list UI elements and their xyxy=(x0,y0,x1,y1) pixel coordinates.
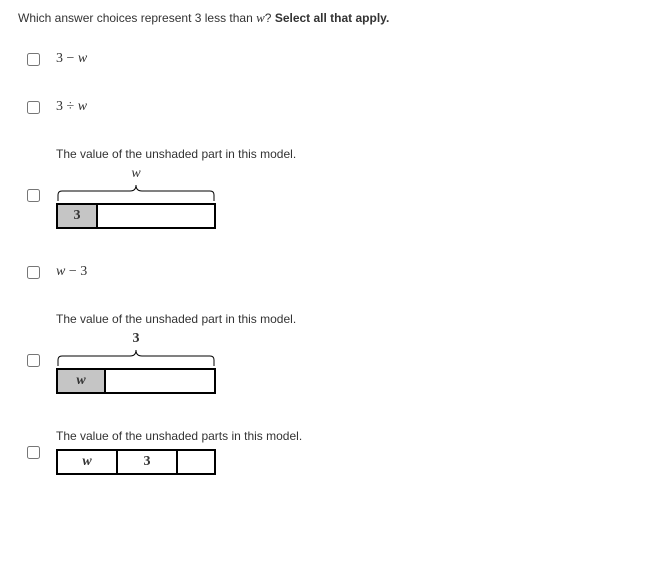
brace-icon xyxy=(56,181,216,203)
choice-d-checkbox[interactable] xyxy=(27,266,40,279)
choice-c-model: w 3 xyxy=(56,167,653,244)
question-var: w xyxy=(256,10,265,25)
choice-c-cell-unshaded xyxy=(98,205,214,227)
choice-e-checkbox[interactable] xyxy=(27,354,40,367)
choice-e-desc: The value of the unshaded part in this m… xyxy=(56,312,653,326)
choice-c: The value of the unshaded part in this m… xyxy=(18,147,653,244)
choice-e-cell-shaded: w xyxy=(58,370,106,392)
choice-a-expr: 3 − w xyxy=(56,51,87,66)
choice-e-brace-label: 3 xyxy=(56,332,216,346)
choice-f-cell1: w xyxy=(58,451,118,473)
choice-d: w − 3 xyxy=(18,264,653,280)
choice-a-checkbox[interactable] xyxy=(27,53,40,66)
choice-f-cell3 xyxy=(178,451,214,473)
choice-e: The value of the unshaded part in this m… xyxy=(18,312,653,409)
question-prefix: Which answer choices represent 3 less th… xyxy=(18,11,256,25)
choice-f: The value of the unshaded parts in this … xyxy=(18,429,653,475)
choice-c-cell-shaded: 3 xyxy=(58,205,98,227)
choice-f-cell2: 3 xyxy=(118,451,178,473)
choice-e-bar: w xyxy=(56,368,216,394)
choice-f-bar: w 3 xyxy=(56,449,216,475)
choice-f-model: w 3 xyxy=(56,449,653,475)
choice-c-brace-label: w xyxy=(56,167,216,181)
question-suffix: ? xyxy=(265,11,275,25)
choice-b-expr: 3 ÷ w xyxy=(56,99,87,114)
choice-f-desc: The value of the unshaded parts in this … xyxy=(56,429,653,443)
choice-e-cell-unshaded xyxy=(106,370,214,392)
question-instruction: Select all that apply. xyxy=(275,11,389,25)
choice-e-model: 3 w xyxy=(56,332,653,409)
choice-d-expr: w − 3 xyxy=(56,264,87,279)
choice-c-checkbox[interactable] xyxy=(27,189,40,202)
choice-c-bar: 3 xyxy=(56,203,216,229)
choice-a: 3 − w xyxy=(18,51,653,67)
question-prompt: Which answer choices represent 3 less th… xyxy=(18,10,653,26)
choice-b: 3 ÷ w xyxy=(18,99,653,115)
brace-icon xyxy=(56,346,216,368)
choice-b-checkbox[interactable] xyxy=(27,101,40,114)
choice-f-checkbox[interactable] xyxy=(27,446,40,459)
choice-c-desc: The value of the unshaded part in this m… xyxy=(56,147,653,161)
